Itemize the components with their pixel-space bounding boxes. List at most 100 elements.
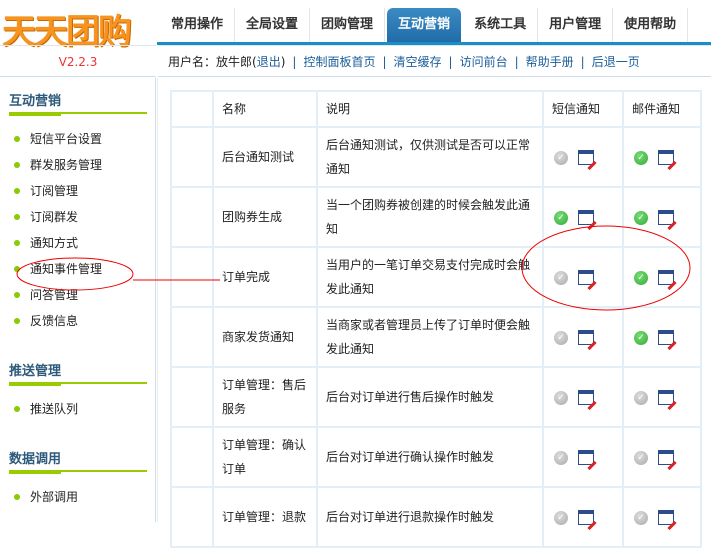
nav-tab[interactable]: 用户管理 [538, 8, 614, 44]
table-row: 订单管理：退款 后台对订单进行退款操作时触发 ✓ ✓ [170, 486, 702, 548]
edit-template-icon[interactable] [658, 210, 674, 225]
toolbar-link[interactable]: 访问前台 [460, 55, 508, 69]
edit-template-icon[interactable] [658, 270, 674, 285]
enabled-check-icon[interactable]: ✓ [634, 150, 648, 165]
bullet-icon [14, 406, 20, 412]
disabled-check-icon[interactable]: ✓ [554, 510, 568, 525]
nav-tab[interactable]: 系统工具 [463, 8, 539, 44]
main-nav: 常用操作 全局设置 团购管理 互动营销 系统工具 用户管理 使用帮助 [160, 8, 689, 44]
nav-tab[interactable]: 全局设置 [235, 8, 311, 44]
table-row: 订单管理：售后服务 后台对订单进行售后操作时触发 ✓ ✓ [170, 366, 702, 428]
edit-template-icon[interactable] [658, 450, 674, 465]
empty-cell [170, 186, 214, 248]
disabled-check-icon[interactable]: ✓ [634, 510, 648, 525]
enabled-check-icon[interactable]: ✓ [634, 210, 648, 225]
sidebar-items: 外部调用 [0, 472, 155, 524]
edit-template-icon[interactable] [578, 450, 594, 465]
notification-table: 名称 说明 短信通知 邮件通知 后台通知测试 后台通知测试，仅供测试是否可以正常通知 ✓ ✓… [170, 90, 702, 548]
edit-template-icon[interactable] [578, 210, 594, 225]
desc-cell: 当用户的一笔订单交易支付完成时会触发此通知 [316, 246, 544, 308]
email-cell: ✓ [622, 126, 702, 188]
edit-template-icon[interactable] [658, 330, 674, 345]
sidebar-item[interactable]: 反馈信息 [0, 308, 155, 334]
disabled-check-icon[interactable]: ✓ [554, 150, 568, 165]
sms-cell: ✓ [542, 426, 624, 488]
disabled-check-icon[interactable]: ✓ [634, 390, 648, 405]
toolbar-link[interactable]: 清空缓存 [394, 55, 442, 69]
logout-link[interactable]: 退出 [257, 55, 281, 69]
column-header: 说明 [316, 90, 544, 128]
username-label: 用户名：放牛郎 [168, 55, 253, 69]
sidebar-section-title: 互动营销 [9, 94, 62, 109]
column-header: 名称 [212, 90, 318, 128]
column-header: 短信通知 [542, 90, 624, 128]
bullet-icon [14, 240, 20, 246]
name-cell: 订单管理：确认订单 [212, 426, 318, 488]
sidebar-items: 短信平台设置群发服务管理订阅管理订阅群发通知方式 通知事件管理问答管理反馈信息 [0, 114, 155, 348]
sidebar-items: 推送队列 [0, 384, 155, 436]
divider [157, 78, 158, 522]
email-cell: ✓ [622, 186, 702, 248]
separator: | [514, 55, 519, 69]
toolbar-link[interactable]: 控制面板首页 [303, 55, 375, 69]
toolbar-link[interactable]: 后退一页 [592, 55, 640, 69]
sidebar-item-label: 问答管理 [30, 288, 79, 302]
disabled-check-icon[interactable]: ✓ [554, 450, 568, 465]
edit-template-icon[interactable] [658, 510, 674, 525]
name-cell: 商家发货通知 [212, 306, 318, 368]
sidebar-item-label: 订阅群发 [30, 210, 79, 224]
empty-cell [170, 306, 214, 368]
bullet-icon [14, 162, 20, 168]
desc-cell: 当商家或者管理员上传了订单时便会触发此通知 [316, 306, 544, 368]
edit-template-icon[interactable] [578, 510, 594, 525]
sidebar-item[interactable]: 短信平台设置 [0, 126, 155, 152]
version-label: V2.2.3 [0, 45, 156, 77]
separator: | [580, 55, 585, 69]
sidebar-item[interactable]: 订阅群发 [0, 204, 155, 230]
sub-toolbar: 用户名：放牛郎(退出) | 控制面板首页 | 清空缓存 | 访问前台 | 帮助手册 | 后退一页 [158, 45, 711, 77]
nav-tab[interactable]: 互动营销 [387, 8, 462, 44]
empty-cell [170, 486, 214, 548]
sidebar-item[interactable]: 通知方式 [0, 230, 155, 256]
enabled-check-icon[interactable]: ✓ [634, 330, 648, 345]
disabled-check-icon[interactable]: ✓ [554, 330, 568, 345]
nav-tab[interactable]: 常用操作 [160, 8, 236, 44]
edit-template-icon[interactable] [578, 270, 594, 285]
sidebar-item[interactable]: 问答管理 [0, 282, 155, 308]
edit-template-icon[interactable] [658, 390, 674, 405]
sidebar-item[interactable]: 外部调用 [0, 484, 155, 510]
empty-cell [170, 426, 214, 488]
disabled-check-icon[interactable]: ✓ [554, 270, 568, 285]
toolbar-link[interactable]: 帮助手册 [526, 55, 574, 69]
enabled-check-icon[interactable]: ✓ [554, 210, 568, 225]
column-header: 邮件通知 [622, 90, 702, 128]
empty-cell [170, 126, 214, 188]
name-cell: 团购券生成 [212, 186, 318, 248]
sidebar-item[interactable]: 推送队列 [0, 396, 155, 422]
bullet-icon [14, 266, 20, 272]
desc-cell: 后台通知测试，仅供测试是否可以正常通知 [316, 126, 544, 188]
email-cell: ✓ [622, 486, 702, 548]
separator: | [448, 55, 453, 69]
sidebar-section-title: 推送管理 [9, 364, 62, 379]
enabled-check-icon[interactable]: ✓ [634, 270, 648, 285]
nav-tab[interactable]: 团购管理 [310, 8, 386, 44]
nav-tab[interactable]: 使用帮助 [613, 8, 689, 44]
separator: | [382, 55, 387, 69]
edit-template-icon[interactable] [578, 390, 594, 405]
disabled-check-icon[interactable]: ✓ [554, 390, 568, 405]
sidebar-item[interactable]: 通知事件管理 [0, 256, 155, 282]
name-cell: 订单完成 [212, 246, 318, 308]
edit-template-icon[interactable] [578, 150, 594, 165]
empty-cell [170, 246, 214, 308]
sidebar-item-label: 群发服务管理 [30, 158, 103, 172]
sidebar-item[interactable]: 订阅管理 [0, 178, 155, 204]
sms-cell: ✓ [542, 186, 624, 248]
sidebar-item-label: 外部调用 [30, 490, 79, 504]
edit-template-icon[interactable] [578, 330, 594, 345]
edit-template-icon[interactable] [658, 150, 674, 165]
sidebar-item[interactable]: 群发服务管理 [0, 152, 155, 178]
bullet-icon [14, 292, 20, 298]
table-row: 商家发货通知 当商家或者管理员上传了订单时便会触发此通知 ✓ ✓ [170, 306, 702, 368]
disabled-check-icon[interactable]: ✓ [634, 450, 648, 465]
